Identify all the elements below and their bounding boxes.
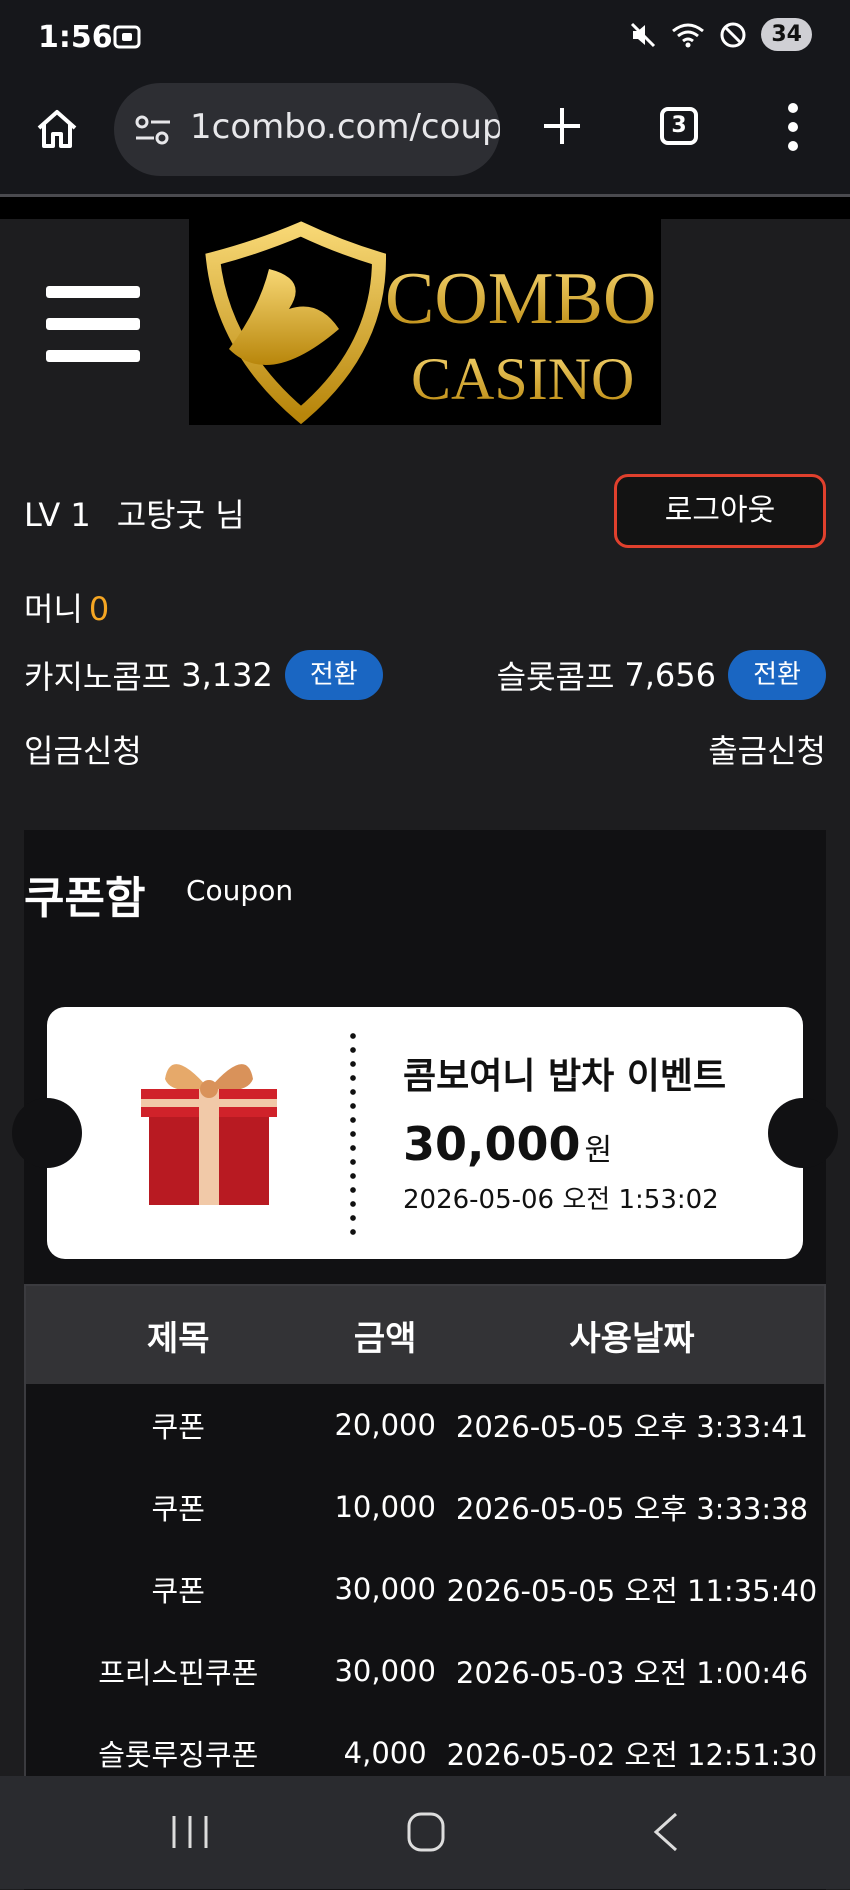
site-settings-icon[interactable] — [134, 113, 172, 147]
coupon-ticket-title: 콤보여니 밥차 이벤트 — [403, 1056, 727, 1097]
cell-date: 2026-05-02 오전 12:51:30 — [446, 1738, 818, 1772]
ticket-notch-left — [12, 1098, 82, 1168]
recent-apps-icon[interactable] — [170, 1812, 210, 1852]
money-label: 머니 — [24, 590, 83, 628]
cell-amount: 30,000 — [334, 1572, 436, 1606]
ticket-perforation — [349, 1029, 357, 1239]
slot-comp-value: 7,656 — [624, 656, 716, 694]
logo-text-casino: CASINO — [411, 346, 634, 412]
address-bar[interactable]: 1combo.com/coupon — [114, 83, 500, 176]
cell-title: 쿠폰 — [151, 1492, 205, 1526]
column-header-title: 제목 — [146, 1318, 210, 1359]
table-row: 프리스핀쿠폰 30,000 2026-05-03 오전 1:00:46 — [26, 1630, 824, 1712]
column-header-amount: 금액 — [353, 1318, 417, 1359]
site-logo[interactable]: COMBO CASINO — [189, 219, 661, 425]
coupon-amount-value: 30,000 — [403, 1117, 581, 1171]
cell-title: 쿠폰 — [151, 1410, 205, 1444]
deposit-request-link[interactable]: 입금신청 — [24, 726, 142, 772]
do-not-disturb-icon — [720, 22, 746, 47]
cell-date: 2026-05-03 오전 1:00:46 — [455, 1656, 809, 1690]
status-time: 1:56 — [38, 20, 113, 55]
casino-comp-value: 3,132 — [181, 656, 273, 694]
slot-comp-convert-button[interactable]: 전환 — [728, 650, 826, 700]
money-value: 0 — [88, 590, 110, 628]
coupon-ticket[interactable]: 콤보여니 밥차 이벤트 30,000 원 2026-05-06 오전 1:53:0… — [47, 1007, 803, 1259]
coupon-section-subtitle: Coupon — [186, 874, 294, 907]
column-header-date: 사용날짜 — [569, 1318, 695, 1359]
casino-comp-label: 카지노콤프 — [24, 658, 172, 696]
mute-icon — [631, 22, 656, 47]
home-icon[interactable] — [34, 106, 80, 152]
table-row: 쿠폰 20,000 2026-05-05 오후 3:33:41 — [26, 1384, 824, 1466]
gift-box-icon — [141, 1064, 277, 1205]
url-text[interactable]: 1combo.com/coupon — [190, 107, 500, 147]
coupon-ticket-amount: 30,000 원 — [403, 1117, 612, 1171]
cell-date: 2026-05-05 오전 11:35:40 — [446, 1574, 818, 1608]
user-nickname: 고탕굿 님 — [116, 496, 245, 534]
browser-toolbar: 1combo.com/coupon 3 — [0, 80, 850, 197]
coupon-history-table: 제목 금액 사용날짜 쿠폰 20,000 2026-05-05 오후 3:33:… — [24, 1284, 826, 1796]
cell-title: 쿠폰 — [151, 1574, 205, 1608]
casino-comp-row: 카지노콤프 3,132 전환 — [24, 650, 383, 700]
cell-amount: 20,000 — [334, 1408, 436, 1442]
table-header-row: 제목 금액 사용날짜 — [26, 1286, 824, 1384]
battery-icon: 34 — [761, 18, 812, 51]
table-row: 쿠폰 10,000 2026-05-05 오후 3:33:38 — [26, 1466, 824, 1548]
more-menu-icon[interactable] — [786, 102, 800, 152]
new-tab-icon[interactable] — [540, 104, 584, 148]
logo-shield-icon: COMBO CASINO — [205, 221, 656, 425]
casino-comp-convert-button[interactable]: 전환 — [284, 650, 383, 700]
user-level-name: LV 1 고탕굿 님 — [24, 490, 245, 536]
cell-amount: 10,000 — [334, 1490, 436, 1524]
cell-title: 슬롯루징쿠폰 — [98, 1738, 259, 1772]
user-level: LV 1 — [24, 496, 91, 534]
back-icon[interactable] — [650, 1810, 680, 1854]
cell-title: 프리스핀쿠폰 — [98, 1656, 259, 1690]
slot-comp-row: 슬롯콤프 7,656 전환 — [497, 650, 826, 700]
ticket-notch-right — [768, 1098, 838, 1168]
cell-date: 2026-05-05 오후 3:33:38 — [455, 1492, 809, 1526]
logo-text-combo: COMBO — [385, 258, 656, 340]
tab-switcher-button[interactable]: 3 — [660, 107, 698, 145]
withdraw-request-link[interactable]: 출금신청 — [708, 726, 826, 772]
cell-date: 2026-05-05 오후 3:33:41 — [455, 1410, 809, 1444]
slot-comp-label: 슬롯콤프 — [496, 658, 615, 696]
hamburger-menu-icon[interactable] — [46, 286, 140, 362]
coupon-amount-unit: 원 — [584, 1133, 613, 1168]
coupon-section-title: 쿠폰함 — [24, 873, 146, 924]
cell-amount: 4,000 — [343, 1736, 427, 1770]
status-bar: 1:56 34 — [0, 0, 850, 80]
wifi-icon — [672, 23, 705, 47]
money-row: 머니 0 — [24, 584, 109, 630]
system-navigation-bar — [0, 1776, 850, 1889]
screenshot-icon — [113, 25, 141, 49]
header-band — [0, 197, 850, 219]
cell-amount: 30,000 — [334, 1654, 436, 1688]
table-row: 쿠폰 30,000 2026-05-05 오전 11:35:40 — [26, 1548, 824, 1630]
logout-button[interactable]: 로그아웃 — [614, 474, 826, 548]
home-button-icon[interactable] — [406, 1810, 446, 1854]
coupon-ticket-date: 2026-05-06 오전 1:53:02 — [403, 1185, 719, 1215]
